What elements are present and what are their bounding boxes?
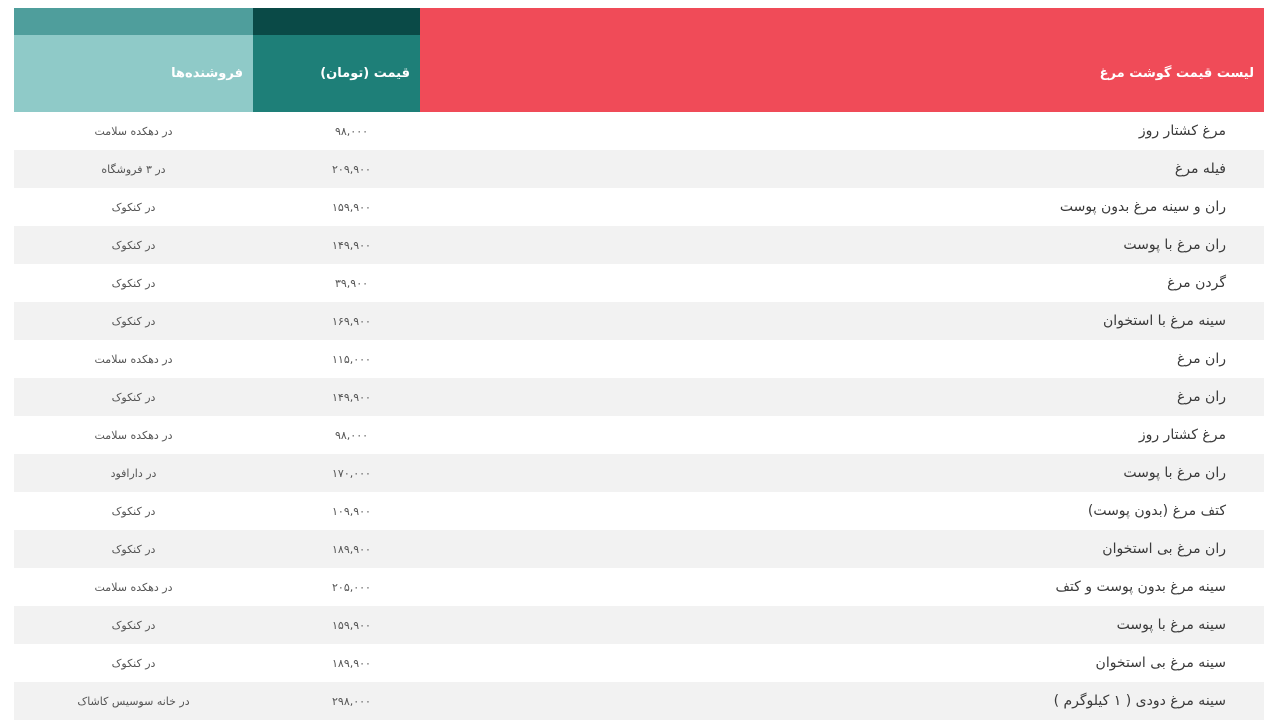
product-name: مرغ کشتار روز <box>420 112 1264 150</box>
table-row: فیله مرغ ۲۰۹,۹۰۰ در ۳ فروشگاه <box>14 150 1264 188</box>
table-row: ران و سینه مرغ بدون پوست ۱۵۹,۹۰۰ در کنکو… <box>14 188 1264 226</box>
seller-name: در دهکده سلامت <box>14 112 253 150</box>
price-value: ۱۸۹,۹۰۰ <box>253 530 420 568</box>
price-table-container: لیست قیمت گوشت مرغ قیمت (تومان) فروشنده‌… <box>14 8 1264 720</box>
price-value: ۲۰۵,۰۰۰ <box>253 568 420 606</box>
header-price: قیمت (تومان) <box>253 8 420 112</box>
product-name: ران مرغ با پوست <box>420 226 1264 264</box>
table-row: سینه مرغ با پوست ۱۵۹,۹۰۰ در کنکوک <box>14 606 1264 644</box>
product-name: ران مرغ بی استخوان <box>420 530 1264 568</box>
price-value: ۱۴۹,۹۰۰ <box>253 226 420 264</box>
price-value: ۱۰۹,۹۰۰ <box>253 492 420 530</box>
table-row: سینه مرغ با استخوان ۱۶۹,۹۰۰ در کنکوک <box>14 302 1264 340</box>
product-name: سینه مرغ با استخوان <box>420 302 1264 340</box>
header-product-label: لیست قیمت گوشت مرغ <box>420 35 1264 112</box>
seller-name: در دارافود <box>14 454 253 492</box>
seller-name: در کنکوک <box>14 188 253 226</box>
table-row: ران مرغ بی استخوان ۱۸۹,۹۰۰ در کنکوک <box>14 530 1264 568</box>
table-row: ران مرغ با پوست ۱۴۹,۹۰۰ در کنکوک <box>14 226 1264 264</box>
product-name: کتف مرغ (بدون پوست) <box>420 492 1264 530</box>
seller-name: در کنکوک <box>14 530 253 568</box>
seller-name: در دهکده سلامت <box>14 416 253 454</box>
seller-name: در کنکوک <box>14 606 253 644</box>
header-seller-strip <box>14 8 253 35</box>
product-name: سینه مرغ بدون پوست و کتف <box>420 568 1264 606</box>
price-value: ۳۹,۹۰۰ <box>253 264 420 302</box>
table-row: سینه مرغ بی استخوان ۱۸۹,۹۰۰ در کنکوک <box>14 644 1264 682</box>
table-body: مرغ کشتار روز ۹۸,۰۰۰ در دهکده سلامت فیله… <box>14 112 1264 720</box>
product-name: ران مرغ <box>420 340 1264 378</box>
table-header: لیست قیمت گوشت مرغ قیمت (تومان) فروشنده‌… <box>14 8 1264 112</box>
header-product-strip <box>420 8 1264 35</box>
table-row: گردن مرغ ۳۹,۹۰۰ در کنکوک <box>14 264 1264 302</box>
price-value: ۲۰۹,۹۰۰ <box>253 150 420 188</box>
header-product: لیست قیمت گوشت مرغ <box>420 8 1264 112</box>
price-value: ۱۶۹,۹۰۰ <box>253 302 420 340</box>
price-value: ۱۸۹,۹۰۰ <box>253 644 420 682</box>
table-row: مرغ کشتار روز ۹۸,۰۰۰ در دهکده سلامت <box>14 112 1264 150</box>
table-row: سینه مرغ بدون پوست و کتف ۲۰۵,۰۰۰ در دهکد… <box>14 568 1264 606</box>
price-value: ۱۵۹,۹۰۰ <box>253 188 420 226</box>
product-name: ران و سینه مرغ بدون پوست <box>420 188 1264 226</box>
seller-name: در دهکده سلامت <box>14 568 253 606</box>
price-value: ۱۷۰,۰۰۰ <box>253 454 420 492</box>
product-name: سینه مرغ بی استخوان <box>420 644 1264 682</box>
table-row: ران مرغ با پوست ۱۷۰,۰۰۰ در دارافود <box>14 454 1264 492</box>
table-row: سینه مرغ دودی ( ۱ کیلوگرم ) ۲۹۸,۰۰۰ در خ… <box>14 682 1264 720</box>
chicken-price-table: لیست قیمت گوشت مرغ قیمت (تومان) فروشنده‌… <box>14 8 1264 720</box>
seller-name: در ۳ فروشگاه <box>14 150 253 188</box>
table-row: مرغ کشتار روز ۹۸,۰۰۰ در دهکده سلامت <box>14 416 1264 454</box>
product-name: ران مرغ با پوست <box>420 454 1264 492</box>
header-seller: فروشنده‌ها <box>14 8 253 112</box>
product-name: سینه مرغ دودی ( ۱ کیلوگرم ) <box>420 682 1264 720</box>
seller-name: در کنکوک <box>14 302 253 340</box>
price-value: ۱۱۵,۰۰۰ <box>253 340 420 378</box>
table-row: کتف مرغ (بدون پوست) ۱۰۹,۹۰۰ در کنکوک <box>14 492 1264 530</box>
price-value: ۱۵۹,۹۰۰ <box>253 606 420 644</box>
product-name: سینه مرغ با پوست <box>420 606 1264 644</box>
product-name: ران مرغ <box>420 378 1264 416</box>
product-name: مرغ کشتار روز <box>420 416 1264 454</box>
product-name: فیله مرغ <box>420 150 1264 188</box>
header-price-label: قیمت (تومان) <box>253 35 420 112</box>
table-row: ران مرغ ۱۱۵,۰۰۰ در دهکده سلامت <box>14 340 1264 378</box>
price-value: ۲۹۸,۰۰۰ <box>253 682 420 720</box>
header-row: لیست قیمت گوشت مرغ قیمت (تومان) فروشنده‌… <box>14 8 1264 112</box>
seller-name: در کنکوک <box>14 264 253 302</box>
header-price-strip <box>253 8 420 35</box>
product-name: گردن مرغ <box>420 264 1264 302</box>
table-row: ران مرغ ۱۴۹,۹۰۰ در کنکوک <box>14 378 1264 416</box>
seller-name: در کنکوک <box>14 644 253 682</box>
seller-name: در دهکده سلامت <box>14 340 253 378</box>
price-value: ۹۸,۰۰۰ <box>253 112 420 150</box>
price-value: ۱۴۹,۹۰۰ <box>253 378 420 416</box>
header-seller-label: فروشنده‌ها <box>14 35 253 112</box>
seller-name: در کنکوک <box>14 378 253 416</box>
seller-name: در خانه سوسیس کاشاک <box>14 682 253 720</box>
price-value: ۹۸,۰۰۰ <box>253 416 420 454</box>
seller-name: در کنکوک <box>14 226 253 264</box>
seller-name: در کنکوک <box>14 492 253 530</box>
